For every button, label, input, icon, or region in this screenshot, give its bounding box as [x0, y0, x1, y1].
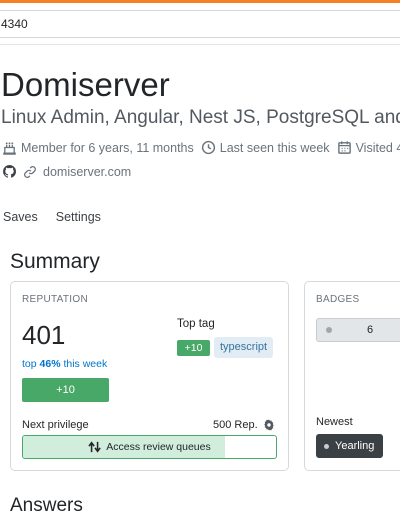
tab-saves[interactable]: Saves — [3, 210, 38, 224]
profile-tabs: Saves Settings — [3, 210, 119, 224]
member-since: Member for 6 years, 11 months — [2, 140, 194, 155]
profile-headline: Linux Admin, Angular, Nest JS, PostgreSQ… — [1, 107, 400, 128]
reputation-rank[interactable]: top 46% this week — [22, 358, 107, 370]
member-for-text: Member for 6 years, 11 months — [21, 140, 194, 155]
newest-badge[interactable]: Yearling — [316, 434, 384, 458]
reputation-change-bar: +10 — [22, 378, 109, 402]
summary-heading: Summary — [10, 250, 100, 273]
privilege-progress-text: Access review queues — [23, 436, 276, 458]
rank-prefix: top — [22, 358, 40, 370]
visited: Visited 41 — [337, 140, 400, 155]
top-tag[interactable]: typescript — [214, 337, 274, 358]
bronze-count-text: 6 — [367, 324, 374, 336]
privilege-progress-bar[interactable]: Access review queues — [22, 435, 277, 459]
bronze-badge-icon — [326, 327, 332, 333]
header-divider — [0, 44, 400, 45]
github-icon[interactable] — [2, 164, 17, 179]
reputation-label: REPUTATION — [22, 294, 88, 305]
privilege-name: Access review queues — [106, 441, 211, 453]
tab-settings[interactable]: Settings — [56, 210, 101, 224]
newest-badge-icon — [324, 443, 329, 449]
top-tag-label: Top tag — [177, 318, 215, 330]
address-bar[interactable]: 4340 — [0, 10, 400, 38]
browser-top-accent — [0, 0, 400, 3]
profile-meta: Member for 6 years, 11 months Last seen … — [2, 140, 400, 155]
rank-suffix: this week — [60, 358, 108, 370]
next-privilege-rep-text: 500 Rep. — [213, 419, 258, 431]
gear-icon[interactable] — [263, 419, 275, 431]
bronze-badge-count[interactable]: 6 — [316, 318, 400, 342]
badges-card: BADGES 6 Newest Yearling — [304, 281, 400, 471]
newest-badge-name: Yearling — [335, 440, 375, 452]
website-link[interactable]: domiserver.com — [43, 165, 131, 179]
answers-heading: Answers — [10, 495, 83, 516]
review-queue-icon — [88, 441, 102, 453]
top-tag-score: +10 — [177, 340, 210, 356]
clock-icon — [201, 140, 215, 155]
next-privilege-label: Next privilege — [22, 419, 89, 431]
visited-text: Visited 41 — [355, 140, 400, 155]
next-privilege-rep: 500 Rep. — [213, 419, 275, 431]
newest-badge-label: Newest — [316, 416, 353, 428]
badges-label: BADGES — [316, 294, 360, 305]
last-seen-text: Last seen this week — [219, 140, 330, 155]
address-text: 4340 — [1, 17, 28, 31]
reputation-value: 401 — [22, 320, 66, 350]
profile-links: domiserver.com — [2, 164, 131, 179]
link-icon — [24, 165, 36, 178]
calendar-icon — [337, 141, 351, 154]
last-seen: Last seen this week — [201, 140, 330, 155]
reputation-card: REPUTATION 401 top 46% this week +10 Top… — [10, 281, 289, 471]
rank-percent: 46% — [39, 358, 61, 370]
profile-name: Domiserver — [1, 66, 170, 103]
cake-icon — [3, 142, 16, 155]
